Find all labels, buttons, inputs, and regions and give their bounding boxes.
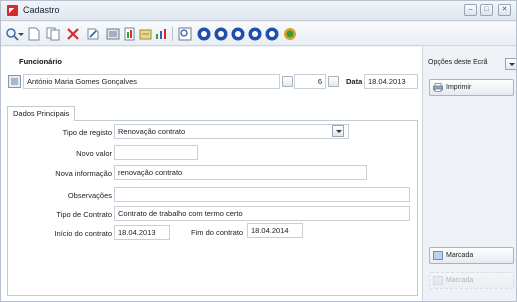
title-bar: Cadastro – □ ✕ bbox=[1, 1, 516, 21]
observacoes-field[interactable] bbox=[114, 187, 410, 202]
employee-name-field[interactable]: António Maria Gomes Gonçalves bbox=[23, 74, 280, 89]
side-panel: Opções deste Ecrã Imprimir Marcada Marca… bbox=[422, 47, 516, 301]
employee-number-lookup-button[interactable] bbox=[328, 76, 339, 87]
screen-options-select[interactable]: Opções deste Ecrã bbox=[426, 57, 516, 71]
window-title: Cadastro bbox=[23, 5, 60, 15]
last-icon[interactable] bbox=[248, 27, 262, 41]
report-icon[interactable] bbox=[123, 27, 137, 41]
search-dropdown-icon[interactable] bbox=[18, 27, 24, 41]
maximize-button[interactable]: □ bbox=[480, 4, 493, 16]
marked-button[interactable]: Marcada bbox=[429, 247, 514, 264]
tipo-registo-select[interactable]: Renovação contrato bbox=[114, 124, 349, 139]
marked-icon bbox=[433, 251, 443, 260]
export-icon[interactable] bbox=[139, 27, 153, 41]
copy-icon[interactable] bbox=[46, 27, 60, 41]
date-field[interactable]: 18.04.2013 bbox=[364, 74, 418, 89]
printer-icon bbox=[433, 83, 443, 92]
tab-dados-principais[interactable]: Dados Principais bbox=[7, 106, 76, 121]
nova-informacao-label: Nova informação bbox=[55, 169, 112, 178]
tipo-contrato-label: Tipo de Contrato bbox=[56, 210, 112, 219]
edit-icon[interactable] bbox=[86, 27, 100, 41]
employee-name-lookup-button[interactable] bbox=[282, 76, 293, 87]
novo-valor-label: Novo valor bbox=[76, 149, 112, 158]
toolbar bbox=[1, 22, 516, 46]
observacoes-label: Observações bbox=[67, 191, 112, 200]
main-panel: Funcionário António Maria Gomes Gonçalve… bbox=[1, 47, 422, 301]
faded-marked-button: Marcada bbox=[429, 272, 514, 289]
cadastro-window: Cadastro – □ ✕ Funcionário António Maria… bbox=[0, 0, 517, 302]
employee-lookup-icon[interactable] bbox=[8, 75, 21, 88]
refresh-icon[interactable] bbox=[265, 27, 279, 41]
novo-valor-field[interactable] bbox=[114, 145, 198, 160]
fim-contrato-field[interactable]: 18.04.2014 bbox=[247, 223, 303, 238]
search-icon[interactable] bbox=[5, 27, 19, 41]
inicio-contrato-field[interactable]: 18.04.2013 bbox=[114, 225, 170, 240]
print-button[interactable]: Imprimir bbox=[429, 79, 514, 96]
nova-informacao-field[interactable]: renovação contrato bbox=[114, 165, 367, 180]
print-button-label: Imprimir bbox=[446, 84, 472, 91]
chart-icon[interactable] bbox=[154, 27, 168, 41]
close-button[interactable]: ✕ bbox=[498, 4, 511, 16]
tipo-registo-label: Tipo de registo bbox=[62, 128, 112, 137]
web-icon[interactable] bbox=[283, 27, 297, 41]
tipo-registo-dropdown-button[interactable] bbox=[332, 125, 344, 137]
faded-marked-icon bbox=[433, 276, 443, 285]
next-icon[interactable] bbox=[231, 27, 245, 41]
date-label: Data bbox=[346, 77, 363, 86]
faded-marked-button-label: Marcada bbox=[446, 277, 474, 284]
minimize-button[interactable]: – bbox=[464, 4, 477, 16]
first-icon[interactable] bbox=[197, 27, 211, 41]
delete-icon[interactable] bbox=[66, 27, 80, 41]
new-icon[interactable] bbox=[27, 27, 41, 41]
marked-button-label: Marcada bbox=[446, 252, 474, 259]
list-icon[interactable] bbox=[106, 27, 120, 41]
employee-number-field[interactable]: 6 bbox=[294, 74, 326, 89]
previous-icon[interactable] bbox=[214, 27, 228, 41]
section-title: Funcionário bbox=[19, 57, 62, 66]
fim-contrato-label: Fim do contrato bbox=[191, 228, 244, 237]
tipo-contrato-field[interactable]: Contrato de trabalho com termo certo bbox=[114, 206, 410, 221]
app-icon bbox=[7, 5, 18, 16]
screen-options-dropdown-button[interactable] bbox=[505, 58, 516, 70]
inicio-contrato-label: Início do contrato bbox=[54, 229, 112, 238]
toolbar-separator bbox=[172, 27, 173, 41]
preview-icon[interactable] bbox=[178, 27, 192, 41]
